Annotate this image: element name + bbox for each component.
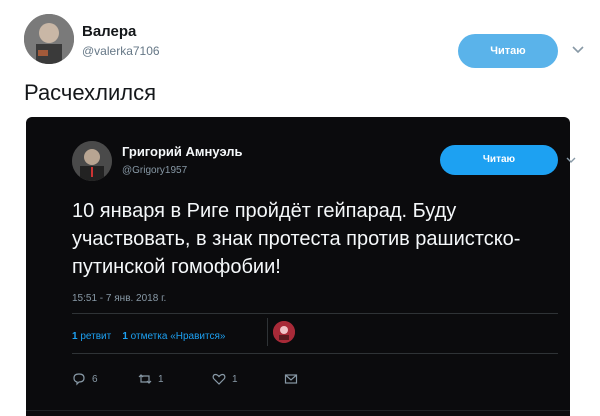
reply-count: 6 bbox=[92, 373, 98, 385]
reply-icon bbox=[73, 373, 85, 386]
heart-icon bbox=[212, 373, 226, 385]
envelope-icon bbox=[284, 374, 298, 384]
divider bbox=[72, 313, 558, 314]
tweet-actions: 6 1 1 bbox=[72, 369, 332, 389]
author-handle[interactable]: @valerka7106 bbox=[82, 44, 160, 58]
liker-avatar[interactable] bbox=[273, 321, 295, 343]
likes-label[interactable]: отметка «Нравится» bbox=[131, 331, 226, 342]
likes-count[interactable]: 1 bbox=[122, 331, 128, 342]
chevron-down-icon[interactable] bbox=[564, 153, 578, 167]
tweet-text: Расчехлился bbox=[24, 80, 157, 105]
author-name[interactable]: Григорий Амнуэль bbox=[122, 144, 243, 159]
retweets-label[interactable]: ретвит bbox=[80, 331, 111, 342]
avatar[interactable] bbox=[24, 14, 74, 64]
reply-button[interactable]: 6 bbox=[72, 369, 98, 389]
like-button[interactable]: 1 bbox=[212, 369, 238, 389]
retweets-count[interactable]: 1 bbox=[72, 331, 78, 342]
like-count: 1 bbox=[232, 373, 238, 385]
follow-button[interactable]: Читаю bbox=[440, 145, 558, 175]
divider bbox=[267, 318, 268, 346]
avatar-photo-icon bbox=[72, 141, 112, 181]
avatar-photo-icon bbox=[24, 14, 74, 64]
tweet-text: 10 января в Риге пройдёт гейпарад. Буду … bbox=[72, 200, 521, 278]
avatar[interactable] bbox=[72, 141, 112, 181]
divider bbox=[72, 353, 558, 354]
retweet-button[interactable]: 1 bbox=[138, 369, 164, 389]
retweet-count: 1 bbox=[158, 373, 164, 385]
retweet-icon bbox=[138, 374, 152, 384]
engagement-stats: 1 ретвит 1 отметка «Нравится» bbox=[72, 331, 225, 342]
direct-message-button[interactable] bbox=[284, 369, 298, 389]
liker-avatar-icon bbox=[273, 321, 295, 343]
outer-tweet-header: Валера @valerka7106 Читаю bbox=[24, 14, 584, 70]
tweet-timestamp[interactable]: 15:51 - 7 янв. 2018 г. bbox=[72, 293, 166, 304]
embedded-tweet-screenshot: Григорий Амнуэль @Grigory1957 Читаю 10 я… bbox=[26, 117, 576, 416]
chevron-down-icon[interactable] bbox=[569, 40, 587, 58]
follow-button[interactable]: Читаю bbox=[458, 34, 558, 68]
author-name[interactable]: Валера bbox=[82, 23, 136, 40]
author-handle[interactable]: @Grigory1957 bbox=[122, 165, 187, 176]
divider bbox=[26, 410, 570, 411]
